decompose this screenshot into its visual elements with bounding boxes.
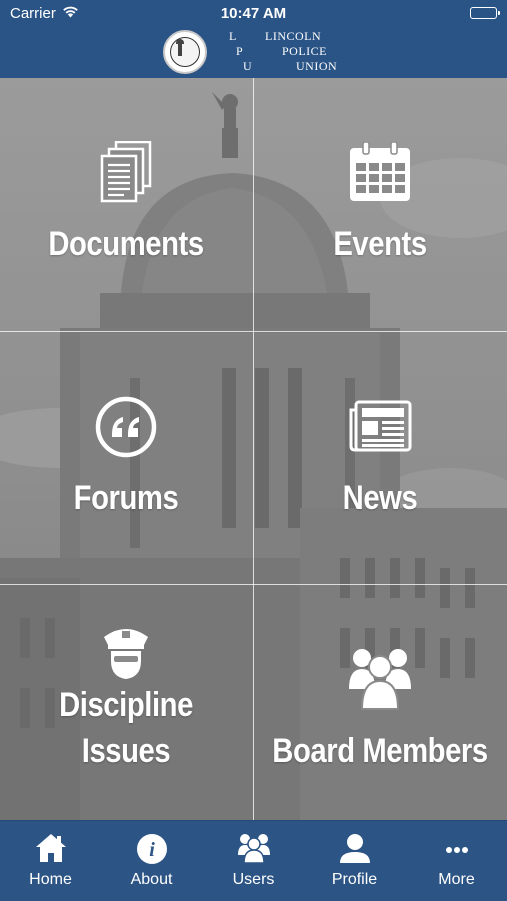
tab-users[interactable]: Users (203, 821, 304, 901)
calendar-icon (349, 141, 411, 207)
tile-events[interactable]: Events (254, 78, 506, 331)
main-menu-grid: Documents Events Forums News Discipline … (0, 78, 507, 820)
newspaper-icon (348, 400, 412, 457)
tile-board-members[interactable]: Board Members (254, 585, 506, 820)
tab-users-label: Users (232, 871, 275, 888)
svg-text:i: i (149, 839, 155, 861)
tile-documents-label: Documents (48, 225, 204, 263)
bottom-tab-bar: Home i About Users Profile More (0, 820, 507, 901)
tile-events-label: Events (333, 225, 427, 263)
tile-news[interactable]: News (254, 332, 506, 584)
tile-news-label: News (342, 479, 418, 517)
tile-discipline-issues[interactable]: Discipline Issues (0, 585, 252, 820)
more-icon (445, 841, 469, 859)
tab-about-label: About (130, 871, 173, 888)
logo-word-police: POLICE (282, 44, 327, 58)
app-header: L P U LINCOLN POLICE UNION (0, 28, 507, 78)
logo-letter-p: P (236, 44, 244, 58)
info-icon: i (136, 833, 168, 870)
tab-home-label: Home (29, 871, 72, 888)
tab-home[interactable]: Home (0, 821, 101, 901)
users-icon (237, 833, 271, 868)
seal-logo-icon (163, 30, 207, 74)
logo-word-lincoln: LINCOLN (265, 29, 322, 43)
tile-discipline-label-line2: Issues (81, 732, 171, 770)
documents-icon (100, 140, 152, 208)
quote-icon (95, 396, 157, 463)
tab-about[interactable]: i About (101, 821, 202, 901)
tab-more[interactable]: More (406, 821, 507, 901)
tile-forums-label: Forums (73, 479, 179, 517)
logo-letter-l: L (229, 29, 237, 43)
home-icon (35, 833, 67, 868)
tile-board-members-label: Board Members (272, 732, 488, 770)
tab-profile-label: Profile (331, 871, 378, 888)
tab-profile[interactable]: Profile (304, 821, 405, 901)
group-icon (347, 645, 413, 716)
status-bar: Carrier 10:47 AM (0, 0, 507, 28)
tile-documents[interactable]: Documents (0, 78, 252, 331)
tile-forums[interactable]: Forums (0, 332, 252, 584)
tab-more-label: More (438, 871, 475, 888)
logo-word-union: UNION (296, 59, 338, 73)
logo-letter-u: U (243, 59, 253, 73)
profile-icon (339, 833, 371, 868)
battery-icon (470, 7, 500, 19)
police-officer-icon (100, 623, 152, 686)
tile-discipline-label-line1: Discipline (59, 686, 193, 724)
clock: 10:47 AM (220, 5, 287, 22)
